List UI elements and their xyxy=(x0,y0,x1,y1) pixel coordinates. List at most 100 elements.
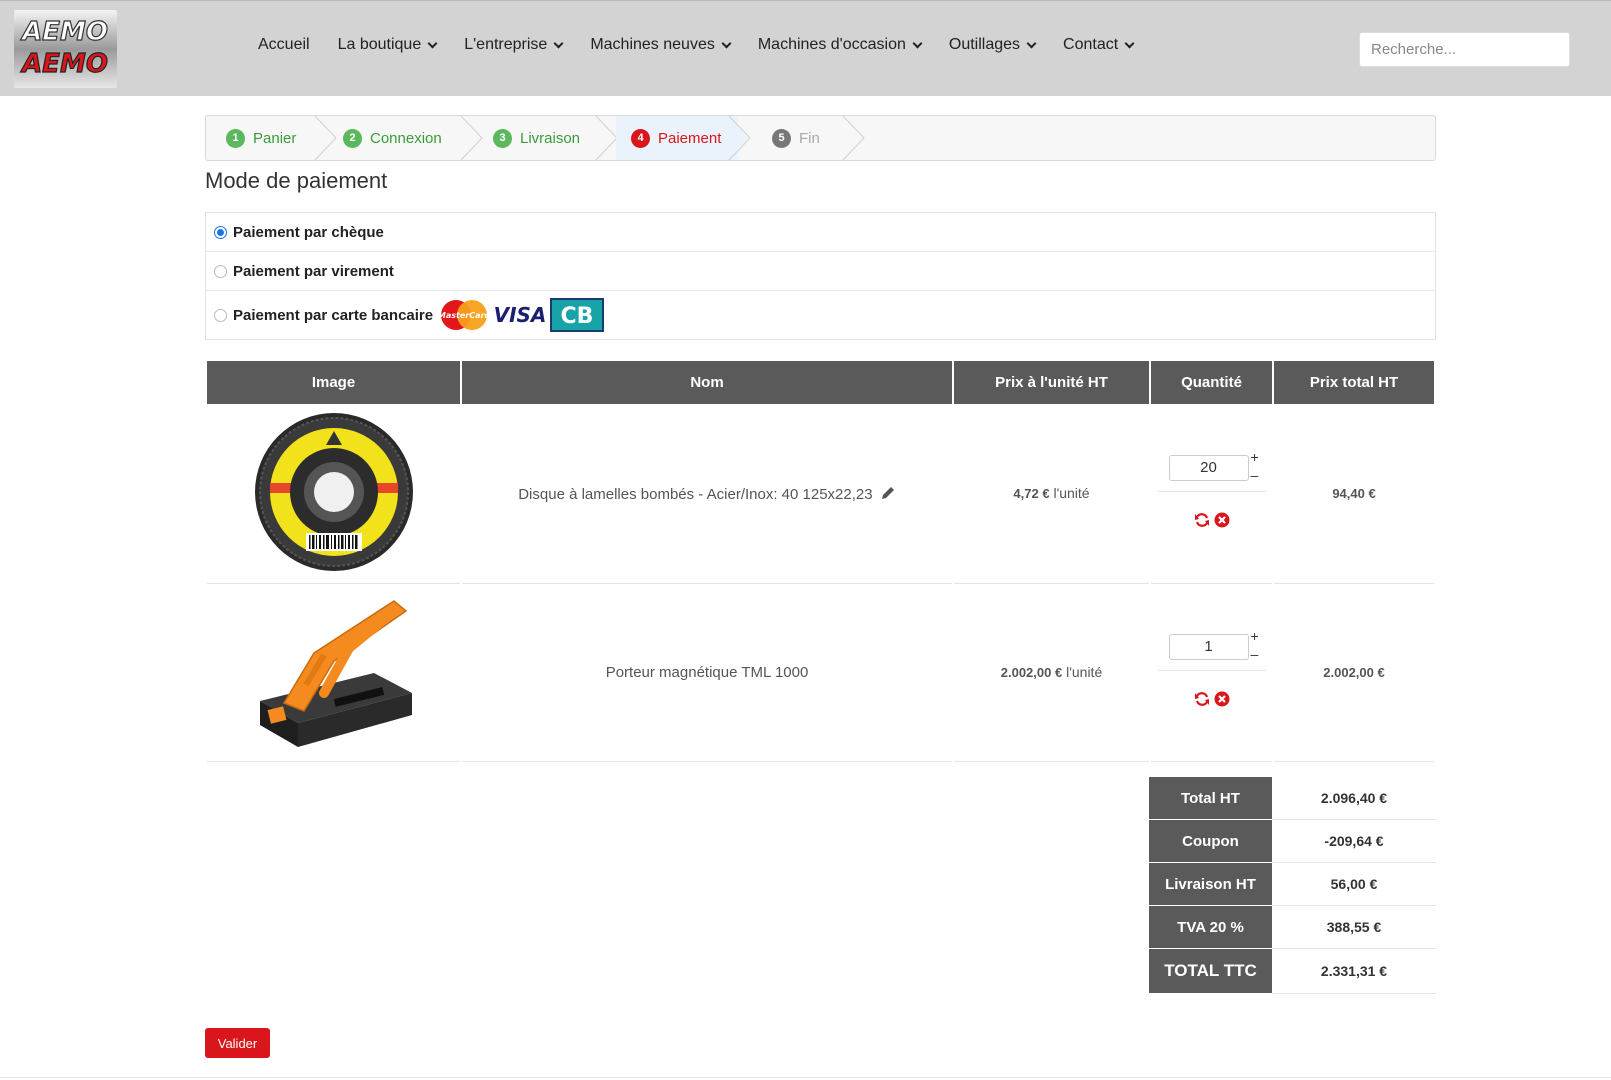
step-number: 1 xyxy=(226,128,245,148)
visa-logo: VISA xyxy=(494,303,546,327)
nav-label: Machines neuves xyxy=(590,36,715,53)
total-label: TOTAL TTC xyxy=(1149,949,1272,994)
step-number: 2 xyxy=(343,128,362,148)
total-ttc-row: TOTAL TTC 2.331,31 € xyxy=(1149,949,1436,994)
step-connexion[interactable]: 2 Connexion xyxy=(343,116,442,160)
product-name-cell: Disque à lamelles bombés - Acier/Inox: 4… xyxy=(462,404,952,584)
svg-text:AEMO: AEMO xyxy=(20,17,108,47)
payment-options: Paiement par chèque Paiement par viremen… xyxy=(205,212,1436,340)
remove-icon[interactable] xyxy=(1214,691,1230,707)
quantity-stepper: + – xyxy=(1157,626,1266,716)
page-title: Mode de paiement xyxy=(205,168,388,193)
quantity-input[interactable] xyxy=(1168,454,1249,481)
coupon-row: Coupon -209,64 € xyxy=(1149,820,1436,863)
total-value: 2.096,40 € xyxy=(1272,777,1436,820)
radio-carte[interactable] xyxy=(214,308,227,322)
total-value: 2.331,31 € xyxy=(1272,949,1436,994)
site-header: AEMO AEMO Accueil La boutique L'entrepri… xyxy=(0,0,1611,96)
valider-button[interactable]: Valider xyxy=(205,1028,270,1058)
divider xyxy=(0,1077,1611,1078)
payment-option-carte[interactable]: Paiement par carte bancaire MasterCard V… xyxy=(206,291,1435,339)
total-label: Livraison HT xyxy=(1149,863,1272,906)
refresh-icon[interactable] xyxy=(1194,691,1210,707)
total-price-cell: 94,40 € xyxy=(1274,404,1434,584)
total-value: -209,64 € xyxy=(1272,820,1436,863)
flap-disc-image[interactable] xyxy=(254,411,414,573)
payment-option-virement[interactable]: Paiement par virement xyxy=(206,252,1435,291)
remove-icon[interactable] xyxy=(1214,512,1230,528)
payment-option-label: Paiement par chèque xyxy=(233,223,384,241)
aemo-logo[interactable]: AEMO AEMO xyxy=(14,10,117,88)
nav-machines-occasion[interactable]: Machines d'occasion xyxy=(757,36,923,54)
refresh-icon[interactable] xyxy=(1194,512,1210,528)
step-label: Paiement xyxy=(658,129,722,147)
step-paiement[interactable]: 4 Paiement xyxy=(631,116,721,160)
chevron-down-icon xyxy=(1026,38,1037,48)
total-ht-row: Total HT 2.096,40 € xyxy=(1149,777,1436,820)
col-header-prix-unite: Prix à l'unité HT xyxy=(954,361,1149,404)
unit-suffix: l'unité xyxy=(1062,664,1103,680)
col-header-quantite: Quantité xyxy=(1151,361,1272,404)
chevron-down-icon xyxy=(1124,38,1135,48)
chevron-down-icon xyxy=(427,38,438,48)
product-name[interactable]: Disque à lamelles bombés - Acier/Inox: 4… xyxy=(518,486,872,503)
checkout-steps: 1 Panier 2 Connexion 3 Livraison 4 Paiement … xyxy=(205,115,1436,161)
total-value: 388,55 € xyxy=(1272,906,1436,949)
livraison-row: Livraison HT 56,00 € xyxy=(1149,863,1436,906)
total-label: Total HT xyxy=(1149,777,1272,820)
unit-price-value: 4,72 € xyxy=(1013,486,1050,501)
magnetic-lifter-image[interactable] xyxy=(254,593,414,749)
payment-option-label: Paiement par virement xyxy=(233,262,394,280)
nav-label: Machines d'occasion xyxy=(757,36,906,53)
col-header-image: Image xyxy=(207,361,460,404)
step-label: Panier xyxy=(253,129,297,147)
chevron-down-icon xyxy=(553,38,564,48)
unit-price-cell: 4,72 € l'unité xyxy=(954,404,1149,584)
product-name[interactable]: Porteur magnétique TML 1000 xyxy=(606,664,809,681)
quantity-input[interactable] xyxy=(1168,633,1249,660)
mastercard-logo: MasterCard xyxy=(438,300,490,330)
nav-label: La boutique xyxy=(337,36,422,53)
search-input[interactable] xyxy=(1359,32,1570,67)
nav-l-entreprise[interactable]: L'entreprise xyxy=(464,36,564,54)
svg-text:VISA: VISA xyxy=(494,303,546,327)
chevron-down-icon xyxy=(912,38,923,48)
nav-la-boutique[interactable]: La boutique xyxy=(337,36,438,54)
svg-text:AEMO: AEMO xyxy=(20,49,108,79)
table-row: Disque à lamelles bombés - Acier/Inox: 4… xyxy=(207,404,1434,584)
unit-price-cell: 2.002,00 € l'unité xyxy=(954,584,1149,762)
pencil-icon[interactable] xyxy=(880,485,896,501)
main-nav: Accueil La boutique L'entreprise Machine… xyxy=(258,36,1161,54)
radio-cheque[interactable] xyxy=(214,225,227,239)
step-number: 5 xyxy=(772,128,791,148)
step-separator xyxy=(842,116,865,160)
plus-icon[interactable]: + xyxy=(1251,628,1259,644)
total-label: Coupon xyxy=(1149,820,1272,863)
minus-icon[interactable]: – xyxy=(1251,467,1259,483)
svg-text:MasterCard: MasterCard xyxy=(438,311,490,320)
nav-label: Accueil xyxy=(258,36,310,53)
nav-outillages[interactable]: Outillages xyxy=(949,36,1037,54)
nav-machines-neuves[interactable]: Machines neuves xyxy=(590,36,732,54)
step-separator xyxy=(314,116,337,160)
tva-row: TVA 20 % 388,55 € xyxy=(1149,906,1436,949)
radio-virement[interactable] xyxy=(214,264,227,278)
cart-table: Image Nom Prix à l'unité HT Quantité Pri… xyxy=(205,361,1436,762)
nav-accueil[interactable]: Accueil xyxy=(258,36,310,54)
row-actions xyxy=(1194,512,1230,528)
product-name-cell: Porteur magnétique TML 1000 xyxy=(462,584,952,762)
svg-text:CB: CB xyxy=(561,304,594,329)
nav-contact[interactable]: Contact xyxy=(1063,36,1135,54)
total-label: TVA 20 % xyxy=(1149,906,1272,949)
nav-label: Contact xyxy=(1063,36,1119,53)
product-image-cell xyxy=(207,404,460,584)
plus-icon[interactable]: + xyxy=(1251,449,1259,465)
step-panier[interactable]: 1 Panier xyxy=(226,116,296,160)
col-header-nom: Nom xyxy=(462,361,952,404)
payment-option-cheque[interactable]: Paiement par chèque xyxy=(206,213,1435,252)
total-value: 56,00 € xyxy=(1272,863,1436,906)
minus-icon[interactable]: – xyxy=(1251,646,1259,662)
step-livraison[interactable]: 3 Livraison xyxy=(493,116,580,160)
quantity-stepper: + – xyxy=(1157,447,1266,537)
product-image-cell xyxy=(207,584,460,762)
